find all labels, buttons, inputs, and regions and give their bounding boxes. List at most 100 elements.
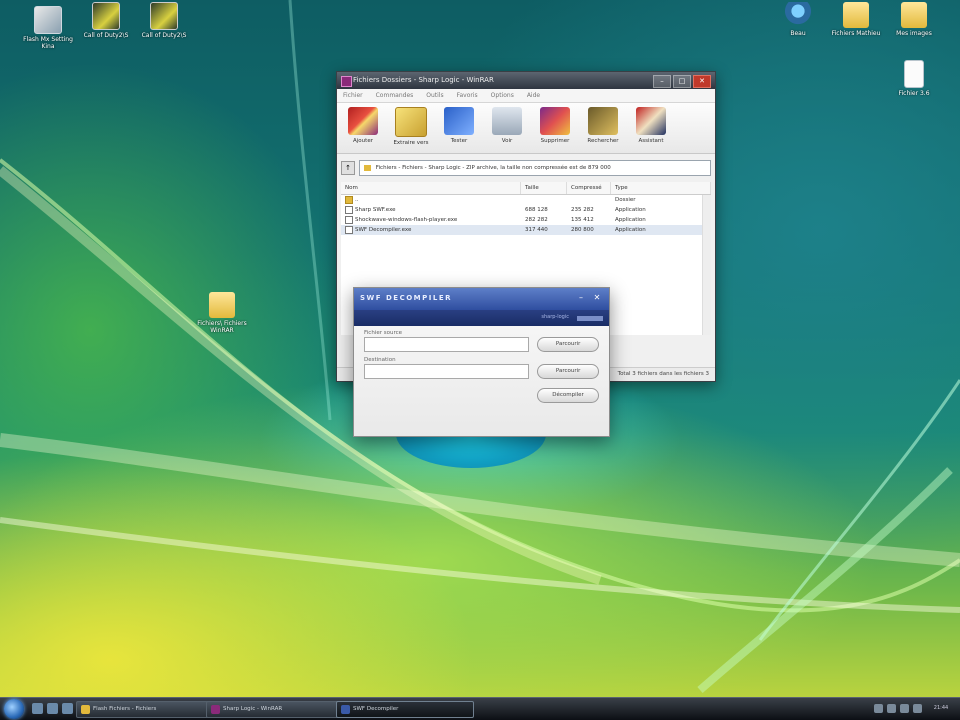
folder-icon bbox=[364, 164, 371, 171]
winrar-toolbar: Ajouter Extraire vers Tester Voir Suppri… bbox=[337, 103, 715, 154]
target-label: Destination bbox=[364, 357, 396, 363]
desktop-icon-folder-2[interactable]: Mes images bbox=[884, 2, 944, 37]
browser-icon[interactable] bbox=[62, 703, 73, 714]
column-size[interactable]: Taille bbox=[521, 182, 567, 194]
test-icon bbox=[444, 107, 474, 135]
volume-icon[interactable] bbox=[887, 704, 896, 713]
file-packed bbox=[567, 195, 611, 205]
dialog-title-bar[interactable]: SWF DECOMPILER – ✕ bbox=[354, 288, 609, 310]
file-name: SWF Decompiler.exe bbox=[355, 227, 412, 233]
path-text: Fichiers - Fichiers - Sharp Logic - ZIP … bbox=[375, 165, 611, 171]
quick-launch bbox=[32, 703, 73, 714]
menu-favoris[interactable]: Favoris bbox=[457, 89, 478, 102]
minimize-button[interactable]: – bbox=[653, 75, 671, 88]
path-field[interactable]: Fichiers - Fichiers - Sharp Logic - ZIP … bbox=[359, 160, 711, 176]
taskbar: Flash Fichiers - Fichiers Sharp Logic - … bbox=[0, 697, 960, 720]
taskbar-button-decompiler[interactable]: SWF Decompiler bbox=[336, 701, 474, 718]
column-packed[interactable]: Compressé bbox=[567, 182, 611, 194]
antivirus-icon[interactable] bbox=[900, 704, 909, 713]
table-row[interactable]: Sharp SWF.exe 688 128 235 282 Applicatio… bbox=[341, 205, 711, 215]
winrar-title-bar[interactable]: Fichiers Dossiers - Sharp Logic - WinRAR… bbox=[337, 72, 715, 89]
table-row[interactable]: Shockwave-windows-flash-player.exe 282 2… bbox=[341, 215, 711, 225]
source-label: Fichier source bbox=[364, 330, 402, 336]
desktop-icon-document[interactable]: Fichier 3.6 bbox=[884, 60, 944, 97]
winrar-app-icon bbox=[341, 76, 352, 87]
taskbar-button-folder[interactable]: Flash Fichiers - Fichiers bbox=[76, 701, 220, 718]
desktop-icon-folder-winrar[interactable]: Fichiers\ Fichiers WinRAR bbox=[192, 292, 252, 334]
menu-options[interactable]: Options bbox=[491, 89, 514, 102]
application-icon bbox=[345, 215, 353, 224]
file-size: 317 440 bbox=[525, 227, 548, 233]
folder-icon bbox=[81, 705, 90, 714]
menu-commandes[interactable]: Commandes bbox=[376, 89, 414, 102]
show-desktop-icon[interactable] bbox=[32, 703, 43, 714]
up-folder-button[interactable]: ↑ bbox=[341, 161, 355, 175]
file-name: Shockwave-windows-flash-player.exe bbox=[355, 217, 458, 223]
toolbar-add-button[interactable]: Ajouter bbox=[343, 107, 383, 153]
desktop-icon-exe-2[interactable]: Call of Duty2\S bbox=[134, 2, 194, 39]
decompile-button[interactable]: Décompiler bbox=[537, 388, 599, 403]
table-row-selected[interactable]: SWF Decompiler.exe 317 440 280 800 Appli… bbox=[341, 225, 711, 235]
file-size: 282 282 bbox=[525, 217, 548, 223]
toolbar-delete-button[interactable]: Supprimer bbox=[535, 107, 575, 153]
network-icon[interactable] bbox=[874, 704, 883, 713]
desktop-icon-exe-1[interactable]: Call of Duty2\S bbox=[76, 2, 136, 39]
file-packed: 235 282 bbox=[571, 207, 594, 213]
folder-icon bbox=[843, 2, 869, 28]
decompiler-icon bbox=[341, 705, 350, 714]
browse-target-button[interactable]: Parcourir bbox=[537, 364, 599, 379]
winrar-icon bbox=[211, 705, 220, 714]
swf-decompiler-dialog: SWF DECOMPILER – ✕ sharp-logic Fichier s… bbox=[353, 287, 610, 437]
exe-icon bbox=[92, 2, 120, 30]
find-icon bbox=[588, 107, 618, 135]
column-name[interactable]: Nom bbox=[341, 182, 521, 194]
view-icon bbox=[492, 107, 522, 135]
setup-icon bbox=[34, 6, 62, 34]
banner-bar bbox=[577, 316, 603, 321]
start-button[interactable] bbox=[4, 699, 24, 719]
wizard-icon bbox=[636, 107, 666, 135]
toolbar-view-button[interactable]: Voir bbox=[487, 107, 527, 153]
browse-source-button[interactable]: Parcourir bbox=[537, 337, 599, 352]
dialog-title: SWF DECOMPILER bbox=[360, 294, 452, 302]
toolbar-extract-button[interactable]: Extraire vers bbox=[391, 107, 431, 153]
clock[interactable]: 21:44 bbox=[926, 704, 956, 713]
desktop-icon-folder-1[interactable]: Fichiers Mathieu bbox=[826, 2, 886, 37]
menu-aide[interactable]: Aide bbox=[527, 89, 540, 102]
menu-outils[interactable]: Outils bbox=[426, 89, 443, 102]
document-icon bbox=[904, 60, 924, 88]
file-packed: 135 412 bbox=[571, 217, 594, 223]
folder-icon bbox=[209, 292, 235, 318]
application-icon bbox=[345, 205, 353, 214]
desktop-icon-user[interactable]: Beau bbox=[768, 2, 828, 37]
winrar-title: Fichiers Dossiers - Sharp Logic - WinRAR bbox=[353, 76, 494, 84]
site-link[interactable]: sharp-logic bbox=[541, 314, 569, 320]
file-type: Application bbox=[615, 217, 646, 223]
winrar-menubar: Fichier Commandes Outils Favoris Options… bbox=[337, 89, 715, 103]
vertical-scrollbar[interactable] bbox=[702, 195, 711, 335]
system-tray: 21:44 bbox=[874, 701, 956, 716]
file-type: Application bbox=[615, 227, 646, 233]
menu-fichier[interactable]: Fichier bbox=[343, 89, 363, 102]
file-list-header: Nom Taille Compressé Type bbox=[341, 182, 711, 195]
file-type: Dossier bbox=[615, 197, 636, 203]
update-icon[interactable] bbox=[913, 704, 922, 713]
file-name: Sharp SWF.exe bbox=[355, 207, 396, 213]
close-button[interactable]: ✕ bbox=[693, 75, 711, 88]
toolbar-test-button[interactable]: Tester bbox=[439, 107, 479, 153]
dialog-close-button[interactable]: ✕ bbox=[591, 292, 603, 304]
column-type[interactable]: Type bbox=[611, 182, 711, 194]
winrar-address-bar: ↑ Fichiers - Fichiers - Sharp Logic - ZI… bbox=[341, 158, 711, 178]
table-row[interactable]: .. Dossier bbox=[341, 195, 711, 205]
switch-windows-icon[interactable] bbox=[47, 703, 58, 714]
maximize-button[interactable]: □ bbox=[673, 75, 691, 88]
toolbar-find-button[interactable]: Rechercher bbox=[583, 107, 623, 153]
desktop-icon-setup[interactable]: Flash Mx Setting Kina bbox=[18, 6, 78, 50]
toolbar-wizard-button[interactable]: Assistant bbox=[631, 107, 671, 153]
source-file-input[interactable] bbox=[364, 337, 530, 352]
folder-icon bbox=[901, 2, 927, 28]
target-folder-input[interactable] bbox=[364, 364, 530, 379]
taskbar-button-winrar[interactable]: Sharp Logic - WinRAR bbox=[206, 701, 350, 718]
dialog-minimize-button[interactable]: – bbox=[575, 292, 587, 304]
file-size: 688 128 bbox=[525, 207, 548, 213]
